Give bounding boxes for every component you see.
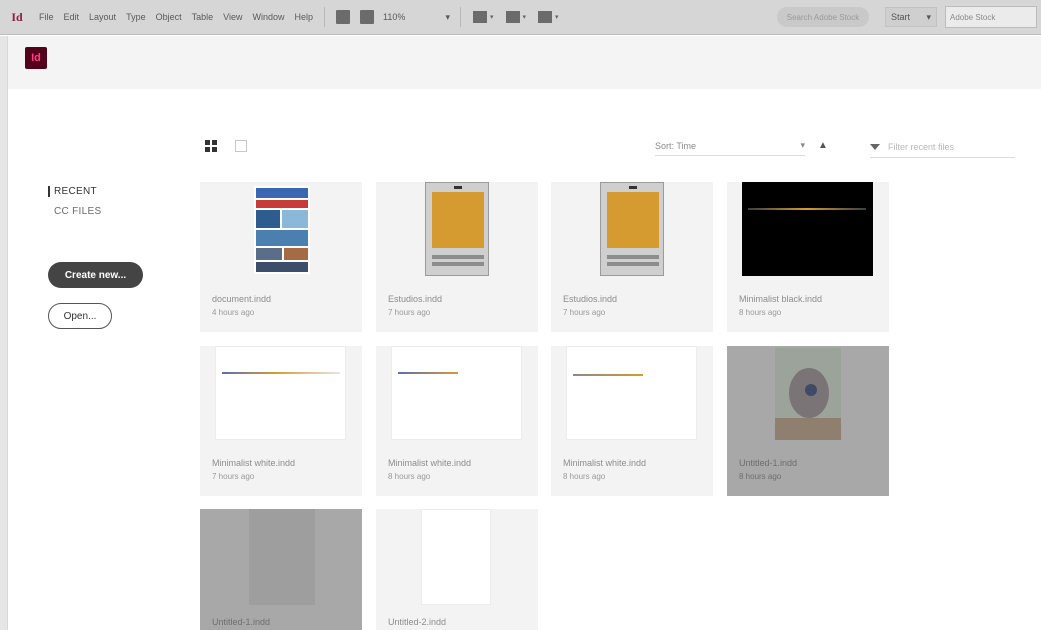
zoom-select[interactable]: 110% ▾ (379, 8, 454, 26)
menu-object[interactable]: Object (151, 12, 187, 22)
sort-label: Sort: Time (655, 140, 697, 151)
file-name: Untitled-2.indd (388, 617, 447, 627)
help-search-input[interactable]: Adobe Stock (945, 6, 1037, 28)
file-card[interactable]: Minimalist white.indd 7 hours ago (200, 346, 362, 496)
menu-table[interactable]: Table (187, 12, 219, 22)
file-time: 4 hours ago (212, 308, 255, 317)
file-card[interactable]: Minimalist white.indd 8 hours ago (376, 346, 538, 496)
menu-layout[interactable]: Layout (84, 12, 121, 22)
arrange-documents-icon (538, 11, 553, 23)
file-thumbnail (391, 346, 522, 440)
grid-view-icon[interactable] (205, 140, 217, 152)
chevron-down-icon: ▾ (445, 11, 450, 22)
file-name: Estudios.indd (388, 294, 443, 304)
file-name: Minimalist white.indd (212, 458, 296, 468)
bridge-icon[interactable] (336, 10, 350, 24)
file-card[interactable]: Estudios.indd 7 hours ago (551, 182, 713, 332)
app-glyph: Id (11, 9, 23, 24)
filter-input[interactable]: Filter recent files (870, 136, 1015, 158)
adobe-stock-search[interactable]: Search Adobe Stock (777, 7, 869, 27)
file-name: Untitled-1.indd (739, 458, 798, 468)
file-thumbnail (742, 182, 873, 276)
arrange-documents-dropdown[interactable]: ▾ (538, 11, 559, 23)
file-thumbnail (775, 348, 841, 440)
chevron-down-icon: ▾ (490, 14, 494, 21)
chevron-down-icon: ▾ (522, 14, 527, 21)
menu-window[interactable]: Window (247, 12, 289, 22)
file-thumbnail (254, 186, 310, 274)
start-header: Id (8, 36, 1041, 89)
workspace-switcher[interactable]: Start ▾ (885, 7, 937, 27)
file-name: Untitled-1.indd (212, 617, 271, 627)
file-thumbnail (215, 346, 346, 440)
zoom-value: 110% (383, 12, 406, 22)
main-menu: File Edit Layout Type Object Table View … (34, 12, 318, 22)
sort-dropdown[interactable]: Sort: Time ▾ (655, 136, 805, 156)
menu-view[interactable]: View (218, 12, 247, 22)
file-thumbnail (600, 182, 664, 276)
file-card[interactable]: Untitled-1.indd (200, 509, 362, 630)
sort-direction-icon[interactable]: ▲ (818, 140, 828, 151)
file-card[interactable]: Minimalist black.indd 8 hours ago (727, 182, 889, 332)
file-card[interactable]: Minimalist white.indd 8 hours ago (551, 346, 713, 496)
file-card[interactable]: Estudios.indd 7 hours ago (376, 182, 538, 332)
toolbar-separator (324, 7, 325, 27)
file-card[interactable]: Untitled-2.indd (376, 509, 538, 630)
menu-file[interactable]: File (34, 12, 59, 22)
sidebar: RECENT CC FILES (48, 186, 101, 226)
file-time: 8 hours ago (739, 308, 782, 317)
menu-type[interactable]: Type (121, 12, 151, 22)
menu-edit[interactable]: Edit (59, 12, 85, 22)
file-time: 7 hours ago (563, 308, 606, 317)
view-options-dropdown[interactable]: ▾ (473, 11, 494, 23)
filter-icon (870, 143, 880, 150)
screen-mode-icon (505, 11, 520, 23)
file-thumbnail (421, 509, 491, 605)
file-time: 8 hours ago (388, 472, 431, 481)
menu-bar: Id File Edit Layout Type Object Table Vi… (0, 0, 1041, 35)
toolbar-separator (460, 7, 461, 27)
indesign-logo-icon: Id (25, 47, 47, 69)
chevron-down-icon: ▾ (800, 140, 805, 150)
screen-mode-dropdown[interactable]: ▾ (505, 11, 527, 23)
filter-placeholder: Filter recent files (888, 141, 955, 152)
file-time: 8 hours ago (739, 472, 782, 481)
workspace-label: Start (891, 12, 911, 22)
file-time: 8 hours ago (563, 472, 606, 481)
list-view-icon[interactable] (235, 140, 247, 152)
file-name: document.indd (212, 294, 272, 304)
view-options-icon (473, 11, 487, 23)
sidebar-item-recent[interactable]: RECENT (48, 186, 101, 197)
file-name: Estudios.indd (563, 294, 618, 304)
chevron-down-icon: ▾ (926, 11, 931, 22)
file-thumbnail (425, 182, 489, 276)
file-card[interactable]: Untitled-1.indd 8 hours ago (727, 346, 889, 496)
file-time: 7 hours ago (212, 472, 255, 481)
file-time: 7 hours ago (388, 308, 431, 317)
file-card[interactable]: document.indd 4 hours ago (200, 182, 362, 332)
open-button[interactable]: Open... (48, 303, 112, 329)
file-thumbnail (566, 346, 697, 440)
file-thumbnail (249, 509, 315, 605)
stock-icon[interactable] (360, 10, 374, 24)
file-name: Minimalist white.indd (388, 458, 472, 468)
left-rail (0, 36, 8, 630)
create-new-button[interactable]: Create new... (48, 262, 143, 288)
chevron-down-icon: ▾ (555, 14, 559, 21)
sidebar-item-cc-files[interactable]: CC FILES (48, 206, 101, 217)
menu-help[interactable]: Help (289, 12, 318, 22)
file-name: Minimalist white.indd (563, 458, 647, 468)
file-name: Minimalist black.indd (739, 294, 823, 304)
